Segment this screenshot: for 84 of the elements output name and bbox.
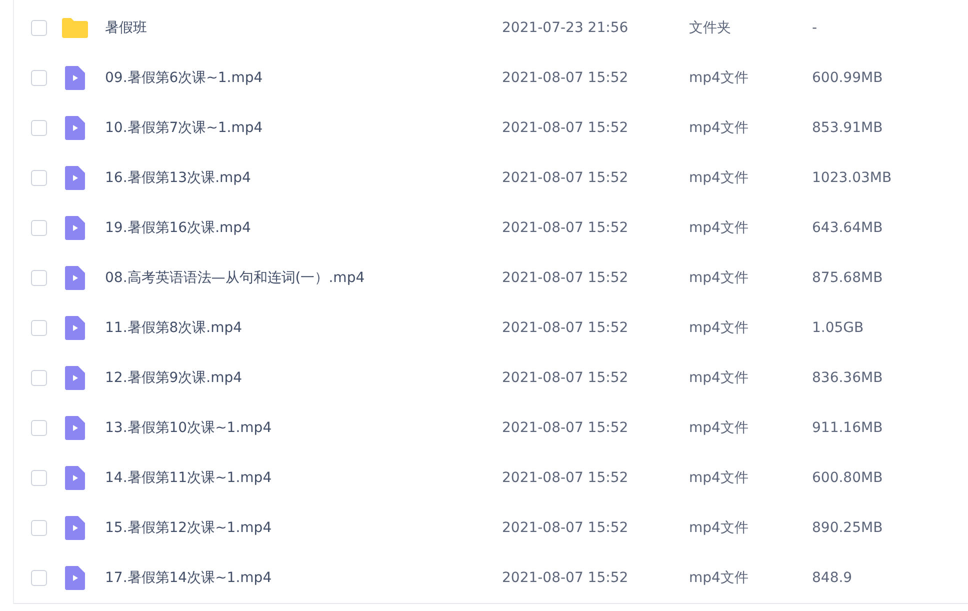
file-name[interactable]: 12.暑假第9次课.mp4: [105, 369, 502, 387]
file-type: mp4文件: [689, 69, 750, 87]
checkbox[interactable]: [31, 470, 47, 486]
file-name[interactable]: 09.暑假第6次课~1.mp4: [105, 69, 502, 87]
video-file-icon: [65, 266, 85, 290]
video-file-icon: [65, 366, 85, 390]
file-size: 836.36MB: [812, 370, 883, 386]
folder-icon: [62, 18, 88, 38]
file-row[interactable]: 13.暑假第10次课~1.mp4 2021-08-07 15:52 mp4文件 911.16MB: [14, 403, 968, 453]
file-name[interactable]: 16.暑假第13次课.mp4: [105, 169, 502, 187]
file-size: 1023.03MB: [812, 170, 892, 186]
file-size: 875.68MB: [812, 270, 883, 286]
file-type: mp4文件: [689, 219, 750, 237]
file-type: mp4文件: [689, 169, 750, 187]
file-name[interactable]: 14.暑假第11次课~1.mp4: [105, 469, 502, 487]
video-file-icon: [65, 516, 85, 540]
modified-date: 2021-08-07 15:52: [502, 70, 630, 86]
checkbox[interactable]: [31, 370, 47, 386]
modified-date: 2021-08-07 15:52: [502, 470, 630, 486]
checkbox[interactable]: [31, 320, 47, 336]
file-name[interactable]: 13.暑假第10次课~1.mp4: [105, 419, 502, 437]
file-size: 600.80MB: [812, 470, 883, 486]
file-row[interactable]: 12.暑假第9次课.mp4 2021-08-07 15:52 mp4文件 836.36MB: [14, 353, 968, 403]
file-name[interactable]: 08.高考英语语法—从句和连词(一）.mp4: [105, 269, 502, 287]
video-file-icon: [65, 166, 85, 190]
file-type: mp4文件: [689, 319, 750, 337]
file-name[interactable]: 15.暑假第12次课~1.mp4: [105, 519, 502, 537]
modified-date: 2021-08-07 15:52: [502, 270, 630, 286]
modified-date: 2021-08-07 15:52: [502, 570, 630, 586]
file-row[interactable]: 14.暑假第11次课~1.mp4 2021-08-07 15:52 mp4文件 600.80MB: [14, 453, 968, 503]
file-size: 848.9: [812, 570, 852, 586]
video-file-icon: [65, 116, 85, 140]
file-name[interactable]: 10.暑假第7次课~1.mp4: [105, 119, 502, 137]
file-size: 911.16MB: [812, 420, 883, 436]
file-row[interactable]: 暑假班 2021-07-23 21:56 文件夹 -: [14, 3, 968, 53]
file-name[interactable]: 暑假班: [105, 19, 502, 37]
video-file-icon: [65, 416, 85, 440]
file-type: mp4文件: [689, 119, 750, 137]
file-name[interactable]: 17.暑假第14次课~1.mp4: [105, 569, 502, 587]
checkbox[interactable]: [31, 520, 47, 536]
modified-date: 2021-07-23 21:56: [502, 20, 630, 36]
modified-date: 2021-08-07 15:52: [502, 520, 630, 536]
file-size: 890.25MB: [812, 520, 883, 536]
file-name[interactable]: 11.暑假第8次课.mp4: [105, 319, 502, 337]
file-type: 文件夹: [689, 19, 732, 37]
file-size: -: [812, 20, 818, 36]
checkbox[interactable]: [31, 120, 47, 136]
file-row[interactable]: 19.暑假第16次课.mp4 2021-08-07 15:52 mp4文件 643.64MB: [14, 203, 968, 253]
file-size: 643.64MB: [812, 220, 883, 236]
modified-date: 2021-08-07 15:52: [502, 120, 630, 136]
modified-date: 2021-08-07 15:52: [502, 170, 630, 186]
checkbox[interactable]: [31, 570, 47, 586]
checkbox[interactable]: [31, 70, 47, 86]
video-file-icon: [65, 566, 85, 590]
file-row[interactable]: 16.暑假第13次课.mp4 2021-08-07 15:52 mp4文件 1023.03MB: [14, 153, 968, 203]
checkbox[interactable]: [31, 220, 47, 236]
checkbox[interactable]: [31, 20, 47, 36]
checkbox[interactable]: [31, 170, 47, 186]
file-size: 853.91MB: [812, 120, 883, 136]
file-type: mp4文件: [689, 519, 750, 537]
file-row[interactable]: 15.暑假第12次课~1.mp4 2021-08-07 15:52 mp4文件 890.25MB: [14, 503, 968, 553]
file-size: 600.99MB: [812, 70, 883, 86]
file-type: mp4文件: [689, 419, 750, 437]
file-type: mp4文件: [689, 269, 750, 287]
file-row[interactable]: 11.暑假第8次课.mp4 2021-08-07 15:52 mp4文件 1.05GB: [14, 303, 968, 353]
file-type: mp4文件: [689, 469, 750, 487]
file-type: mp4文件: [689, 569, 750, 587]
video-file-icon: [65, 466, 85, 490]
video-file-icon: [65, 66, 85, 90]
file-name[interactable]: 19.暑假第16次课.mp4: [105, 219, 502, 237]
checkbox[interactable]: [31, 270, 47, 286]
file-row[interactable]: 09.暑假第6次课~1.mp4 2021-08-07 15:52 mp4文件 600.99MB: [14, 53, 968, 103]
modified-date: 2021-08-07 15:52: [502, 370, 630, 386]
checkbox[interactable]: [31, 420, 47, 436]
video-file-icon: [65, 316, 85, 340]
file-row[interactable]: 08.高考英语语法—从句和连词(一）.mp4 2021-08-07 15:52 mp4文件 875.68MB: [14, 253, 968, 303]
file-type: mp4文件: [689, 369, 750, 387]
video-file-icon: [65, 216, 85, 240]
modified-date: 2021-08-07 15:52: [502, 220, 630, 236]
modified-date: 2021-08-07 15:52: [502, 320, 630, 336]
file-row[interactable]: 10.暑假第7次课~1.mp4 2021-08-07 15:52 mp4文件 853.91MB: [14, 103, 968, 153]
modified-date: 2021-08-07 15:52: [502, 420, 630, 436]
file-size: 1.05GB: [812, 320, 864, 336]
file-row[interactable]: 17.暑假第14次课~1.mp4 2021-08-07 15:52 mp4文件 848.9: [14, 553, 968, 603]
